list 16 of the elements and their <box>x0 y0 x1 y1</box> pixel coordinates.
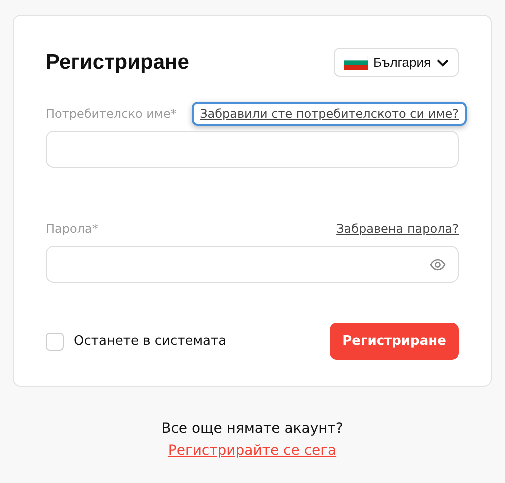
language-label: България <box>374 55 431 70</box>
field-label: Потребителско име* <box>46 107 177 121</box>
no-account-text: Все още нямате акаунт? <box>162 421 344 437</box>
remember-checkbox[interactable] <box>46 332 64 350</box>
username-field[interactable] <box>46 131 459 168</box>
flag-icon <box>344 56 368 70</box>
forgot-link[interactable]: Забравена парола? <box>328 217 467 241</box>
forgot-link[interactable]: Забравили сте потребителското си име? <box>192 102 467 126</box>
form-title: Регистриране <box>46 50 190 74</box>
register-button[interactable]: Регистриране <box>330 323 459 360</box>
field-label: Парола* <box>46 222 98 236</box>
password-field[interactable] <box>46 246 459 283</box>
language-select[interactable]: България <box>334 48 459 77</box>
eye-icon[interactable] <box>430 258 446 270</box>
chevron-down-icon <box>437 58 449 66</box>
remember-label: Останете в системата <box>74 334 227 349</box>
